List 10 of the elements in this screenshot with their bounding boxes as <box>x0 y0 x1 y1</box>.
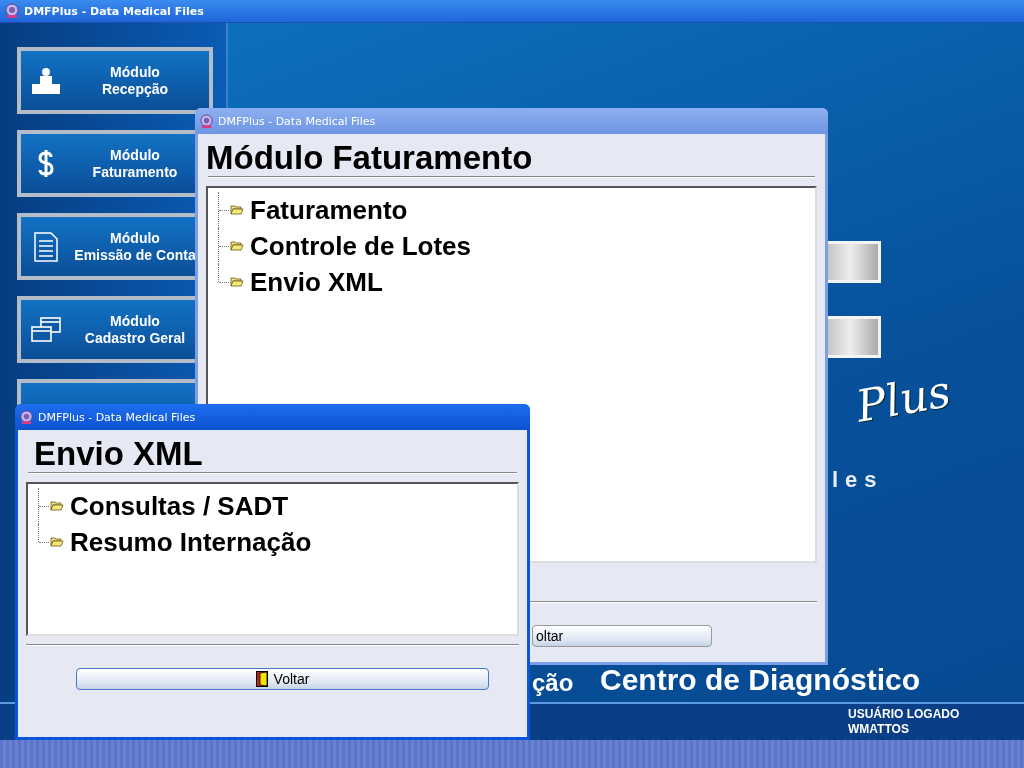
user-name: WMATTOS <box>848 722 909 737</box>
module-label: ção <box>532 669 574 697</box>
user-label: USUÁRIO LOGADO <box>848 707 960 722</box>
window-title: DMFPlus - Data Medical Files <box>24 4 204 18</box>
center-name: Centro de Diagnóstico <box>600 663 921 697</box>
logo-text: les <box>832 467 884 493</box>
dialog-heading: Envio XML <box>34 436 204 472</box>
dialog-title: DMFPlus - Data Medical Files <box>218 114 376 128</box>
dialog-title: DMFPlus - Data Medical Files <box>38 410 196 424</box>
logo-script-text: Plus <box>852 365 955 432</box>
